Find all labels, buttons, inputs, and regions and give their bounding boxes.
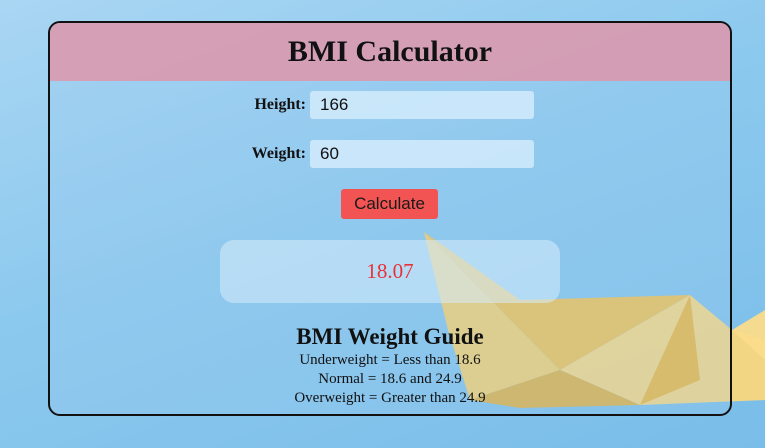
weight-label: Weight: xyxy=(251,145,306,162)
weight-input[interactable] xyxy=(310,140,534,168)
weight-row: Weight: xyxy=(50,140,730,168)
page-title: BMI Calculator xyxy=(287,35,493,68)
bmi-result-value: 18.07 xyxy=(366,259,414,283)
bmi-weight-guide: BMI Weight Guide Underweight = Less than… xyxy=(50,323,730,408)
card-header: BMI Calculator xyxy=(50,23,730,81)
bmi-calculator-card: BMI Calculator Height: Weight: Calculate… xyxy=(48,21,732,416)
height-row: Height: xyxy=(50,91,730,119)
guide-title: BMI Weight Guide xyxy=(296,324,484,349)
calculate-button[interactable]: Calculate xyxy=(341,189,438,219)
guide-underweight: Underweight = Less than 18.6 xyxy=(299,352,481,368)
result-box: 18.07 xyxy=(220,240,560,303)
height-input[interactable] xyxy=(310,91,534,119)
guide-overweight: Overweight = Greater than 24.9 xyxy=(294,390,486,406)
height-label: Height: xyxy=(254,96,306,113)
guide-normal: Normal = 18.6 and 24.9 xyxy=(318,371,462,387)
